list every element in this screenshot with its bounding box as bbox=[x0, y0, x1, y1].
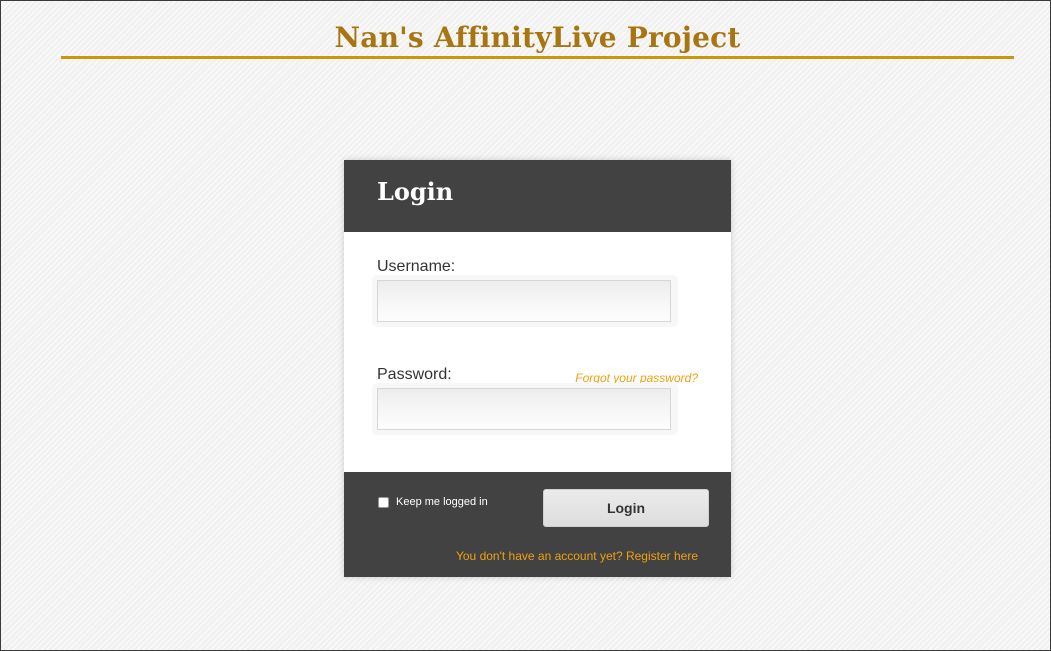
site-header: Nan's AffinityLive Project bbox=[61, 19, 1014, 59]
login-button[interactable]: Login bbox=[543, 489, 709, 527]
register-link[interactable]: You don't have an account yet? Register … bbox=[456, 549, 698, 563]
username-field-wrapper bbox=[372, 275, 678, 327]
keep-logged-in-option[interactable]: Keep me logged in bbox=[378, 496, 488, 508]
login-panel-footer: Keep me logged in Login You don't have a… bbox=[344, 472, 731, 577]
keep-logged-in-label: Keep me logged in bbox=[396, 496, 488, 508]
login-heading: Login bbox=[377, 177, 454, 206]
login-form-body: Username: Password: Forgot your password… bbox=[344, 232, 731, 472]
password-label: Password: bbox=[377, 366, 452, 383]
keep-logged-in-checkbox[interactable] bbox=[378, 496, 389, 508]
login-panel: Login Username: Password: Forgot your pa… bbox=[344, 160, 731, 577]
site-title: Nan's AffinityLive Project bbox=[334, 21, 741, 54]
password-input[interactable] bbox=[377, 388, 671, 430]
login-panel-header: Login bbox=[344, 160, 731, 232]
password-field-wrapper bbox=[372, 383, 678, 435]
username-label: Username: bbox=[377, 258, 456, 275]
username-input[interactable] bbox=[377, 280, 671, 322]
